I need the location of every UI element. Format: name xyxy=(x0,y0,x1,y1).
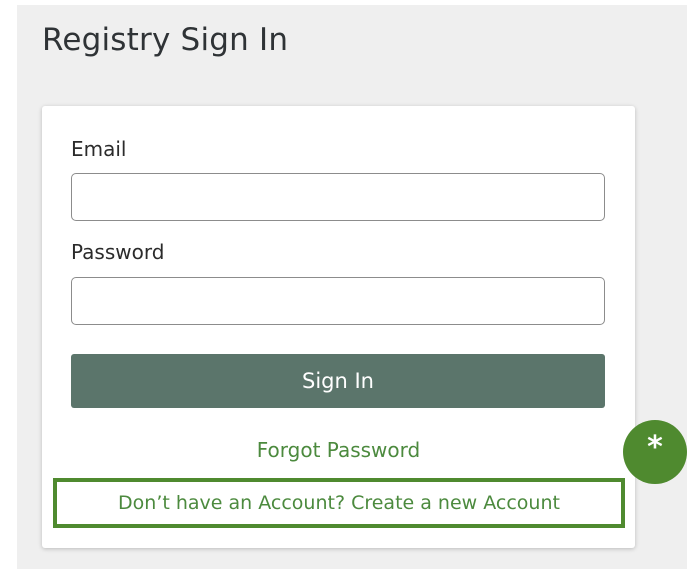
create-account-link[interactable]: Don’t have an Account? Create a new Acco… xyxy=(118,492,560,514)
email-label: Email xyxy=(71,137,127,161)
password-field[interactable] xyxy=(71,277,605,325)
annotation-marker: * xyxy=(623,420,687,484)
email-field[interactable] xyxy=(71,173,605,221)
signin-button[interactable]: Sign In xyxy=(71,354,605,408)
signin-card: Email Password Sign In Forgot Password D… xyxy=(42,106,635,548)
page-title: Registry Sign In xyxy=(42,22,289,58)
create-account-highlight: Don’t have an Account? Create a new Acco… xyxy=(53,478,625,528)
forgot-password-link[interactable]: Forgot Password xyxy=(42,438,635,462)
password-label: Password xyxy=(71,240,165,264)
